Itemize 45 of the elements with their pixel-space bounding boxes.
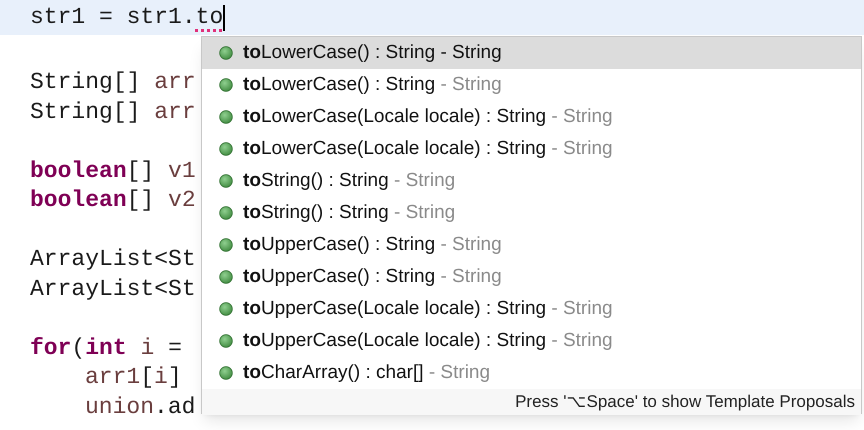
proposal-item[interactable]: toCharArray() : char[] - String bbox=[202, 357, 861, 389]
proposal-item[interactable]: toLowerCase() : String - String bbox=[202, 37, 861, 69]
proposal-item[interactable]: toUpperCase() : String - String bbox=[202, 229, 861, 261]
code-line: arr1[i] bbox=[85, 363, 182, 392]
code-line: for(int i = bbox=[30, 334, 182, 362]
proposal-label: toUpperCase() : String - String bbox=[243, 232, 502, 257]
code-line: union.ad bbox=[85, 392, 196, 422]
code-line: ArrayList<St bbox=[30, 245, 196, 274]
proposal-item[interactable]: toLowerCase(Locale locale) : String - String bbox=[202, 101, 861, 133]
method-icon bbox=[219, 174, 233, 188]
code-line: boolean[] v2 bbox=[30, 186, 196, 215]
method-icon bbox=[219, 206, 233, 220]
proposal-label: toLowerCase(Locale locale) : String - String bbox=[243, 136, 613, 161]
proposal-label: toCharArray() : char[] - String bbox=[243, 360, 490, 385]
method-icon bbox=[219, 302, 233, 316]
proposal-label: toUpperCase(Locale locale) : String - String bbox=[243, 296, 613, 321]
proposal-label: toUpperCase(Locale locale) : String - String bbox=[243, 328, 613, 353]
proposal-label: toString() : String - String bbox=[243, 168, 456, 193]
code-line: String[] arr bbox=[30, 68, 196, 97]
method-icon bbox=[219, 238, 233, 252]
proposal-label: toUpperCase() : String - String bbox=[243, 264, 502, 289]
proposal-item[interactable]: toUpperCase(Locale locale) : String - String bbox=[202, 325, 861, 357]
method-icon bbox=[219, 46, 233, 60]
hint-text: Press '⌥Space' to show Template Proposals bbox=[515, 391, 855, 413]
method-icon bbox=[219, 78, 233, 92]
proposal-label: toLowerCase() : String - String bbox=[243, 40, 502, 65]
proposal-item[interactable]: toLowerCase(Locale locale) : String - String bbox=[202, 133, 861, 165]
text-cursor bbox=[223, 4, 226, 30]
proposal-item[interactable]: toString() : String - String bbox=[202, 165, 861, 197]
proposal-item[interactable]: toUpperCase(Locale locale) : String - String bbox=[202, 293, 861, 325]
method-icon bbox=[219, 270, 233, 284]
method-icon bbox=[219, 110, 233, 124]
code-line: String[] arr bbox=[30, 98, 196, 126]
proposal-item[interactable]: toLowerCase() : String - String bbox=[202, 69, 861, 101]
proposal-label: toLowerCase() : String - String bbox=[243, 72, 502, 97]
method-icon bbox=[219, 366, 233, 380]
code-line: str1 = str1.to bbox=[30, 3, 224, 32]
code-line: boolean[] v1 bbox=[30, 156, 196, 186]
proposal-item[interactable]: toUpperCase() : String - String bbox=[202, 261, 861, 293]
proposal-item[interactable]: toString() : String - String bbox=[202, 197, 861, 229]
method-icon bbox=[219, 334, 233, 348]
code-line: ArrayList<St bbox=[30, 274, 196, 304]
proposal-label: toString() : String - String bbox=[243, 200, 456, 225]
method-icon bbox=[219, 142, 233, 156]
proposal-label: toLowerCase(Locale locale) : String - String bbox=[243, 104, 613, 129]
